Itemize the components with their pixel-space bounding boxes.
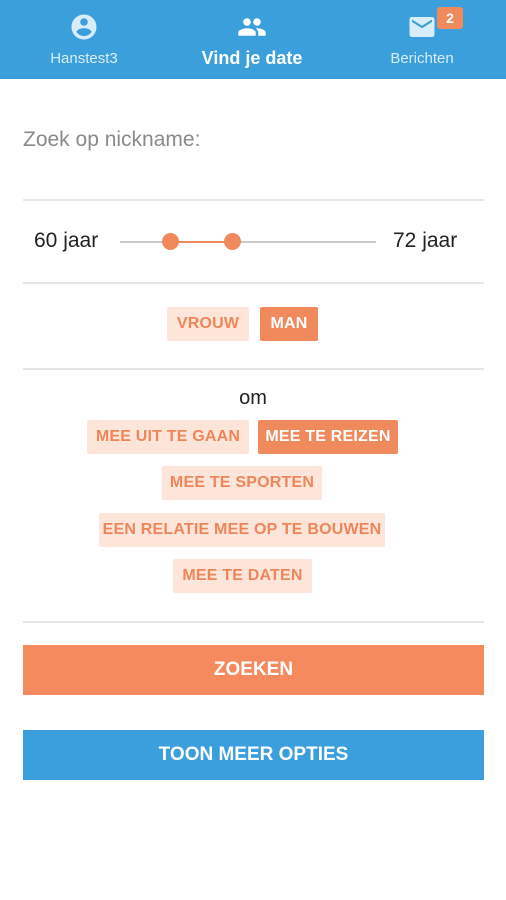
purpose-chip-daten[interactable]: MEE TE DATEN bbox=[173, 559, 312, 593]
more-options-button[interactable]: TOON MEER OPTIES bbox=[23, 730, 484, 780]
divider bbox=[23, 368, 484, 370]
tab-profile[interactable]: Hanstest3 bbox=[0, 0, 168, 79]
divider bbox=[23, 199, 484, 201]
gender-chip-man[interactable]: MAN bbox=[260, 307, 318, 341]
account-circle-icon bbox=[71, 14, 97, 40]
age-max-label: 72 jaar bbox=[393, 229, 458, 252]
gender-chip-vrouw[interactable]: VROUW bbox=[167, 307, 249, 341]
divider bbox=[23, 282, 484, 284]
purpose-intro: om bbox=[239, 387, 267, 409]
divider bbox=[23, 621, 484, 623]
tab-profile-label: Hanstest3 bbox=[50, 50, 118, 67]
age-min-handle[interactable] bbox=[162, 233, 179, 250]
tab-find-date-label: Vind je date bbox=[201, 48, 303, 68]
purpose-chip-sporten[interactable]: MEE TE SPORTEN bbox=[162, 466, 322, 500]
tab-messages-label: Berichten bbox=[390, 50, 454, 67]
age-min-label: 60 jaar bbox=[34, 229, 99, 252]
age-slider-track[interactable] bbox=[120, 241, 376, 243]
age-max-handle[interactable] bbox=[224, 233, 241, 250]
people-icon bbox=[238, 18, 266, 36]
purpose-chip-relatie[interactable]: EEN RELATIE MEE OP TE BOUWEN bbox=[99, 513, 385, 547]
age-slider-range bbox=[170, 241, 232, 243]
purpose-chip-reizen[interactable]: MEE TE REIZEN bbox=[258, 420, 398, 454]
messages-count-badge: 2 bbox=[437, 7, 463, 29]
tab-find-date[interactable]: Vind je date bbox=[168, 0, 336, 79]
top-nav-bar: Hanstest3 Vind je date 2 Berichten bbox=[0, 0, 506, 79]
tab-messages[interactable]: 2 Berichten bbox=[338, 0, 506, 79]
purpose-chip-uitgaan[interactable]: MEE UIT TE GAAN bbox=[87, 420, 249, 454]
mail-icon bbox=[409, 17, 435, 37]
search-button[interactable]: ZOEKEN bbox=[23, 645, 484, 695]
nickname-search-field[interactable]: Zoek op nickname: bbox=[23, 127, 223, 153]
